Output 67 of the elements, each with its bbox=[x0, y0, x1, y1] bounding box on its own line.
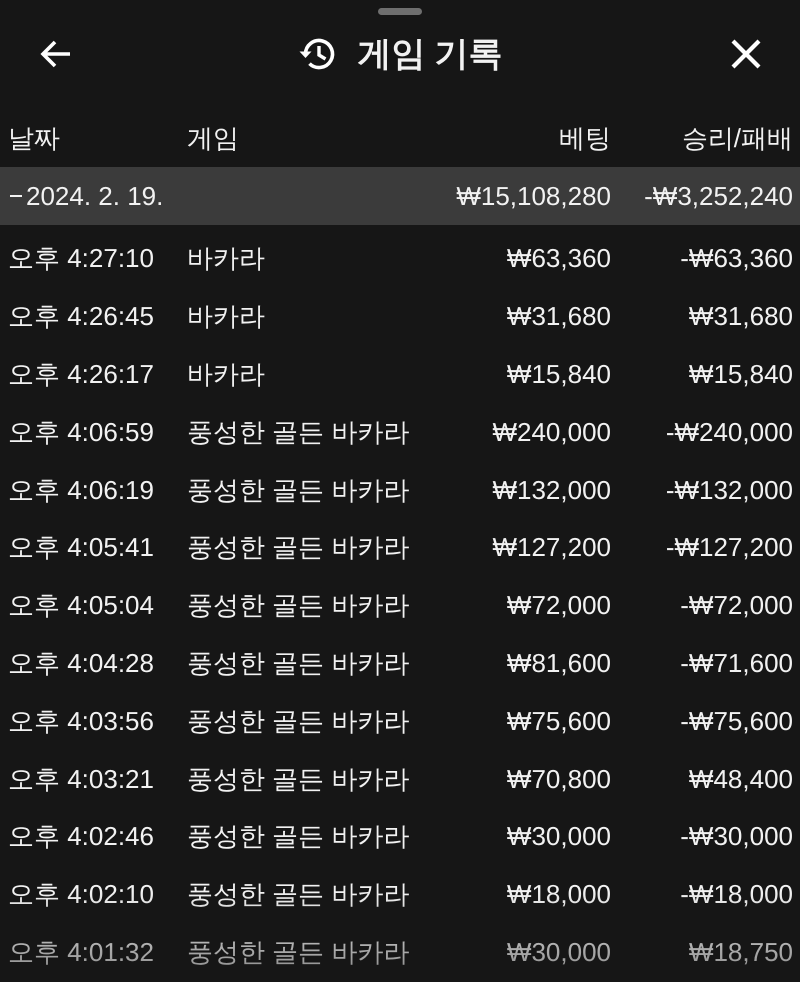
result-cell-text: ₩15,840 bbox=[688, 358, 793, 390]
time-cell-text: 오후 4:03:56 bbox=[8, 704, 155, 738]
result-cell-text: -₩127,200 bbox=[664, 532, 793, 564]
result-cell-text: -₩75,600 bbox=[679, 706, 793, 737]
column-header: 베팅 bbox=[558, 122, 611, 154]
time-cell-text: 오후 4:01:32 bbox=[8, 936, 155, 969]
close-icon bbox=[730, 38, 762, 70]
time-cell-text: 오후 4:06:19 bbox=[8, 474, 155, 507]
game-cell-text: 풍성한 골든 바카라 bbox=[187, 416, 410, 449]
time-cell-text: 오후 4:03:21 bbox=[8, 762, 155, 796]
bet-cell-text: ₩72,000 bbox=[506, 590, 611, 622]
bet-cell-text: ₩70,800 bbox=[506, 764, 611, 795]
result-cell-text: ₩18,750 bbox=[688, 936, 793, 968]
date-group-row[interactable]: 2024. 2. 19. ₩15,108,280 -₩3,252,240 bbox=[0, 167, 800, 225]
bet-cell-text: ₩81,600 bbox=[506, 648, 611, 679]
back-button[interactable] bbox=[40, 40, 72, 68]
bet-cell-text: ₩132,000 bbox=[491, 474, 611, 506]
column-header: 날짜 bbox=[8, 122, 61, 154]
result-cell-text: -₩71,600 bbox=[679, 648, 793, 679]
bet-cell-text: ₩75,600 bbox=[506, 706, 611, 737]
time-cell-text: 오후 4:26:17 bbox=[8, 358, 155, 391]
back-icon bbox=[40, 40, 72, 68]
bet-cell-text: ₩18,000 bbox=[506, 879, 611, 910]
game-cell-text: 풍성한 골든 바카라 bbox=[187, 762, 410, 796]
bet-cell-text: ₩240,000 bbox=[491, 416, 611, 448]
game-cell-text: 풍성한 골든 바카라 bbox=[187, 936, 410, 969]
time-cell-text: 오후 4:02:46 bbox=[8, 820, 155, 854]
column-header: 승리/패배 bbox=[680, 122, 793, 154]
time-cell-text: 오후 4:27:10 bbox=[8, 242, 155, 276]
bet-cell-text: ₩31,680 bbox=[506, 301, 611, 332]
result-cell-text: -₩18,000 bbox=[679, 879, 793, 910]
game-cell-text: 바카라 bbox=[187, 300, 266, 334]
result-cell-text: -₩240,000 bbox=[664, 416, 793, 448]
game-cell-text: 풍성한 골든 바카라 bbox=[187, 531, 410, 564]
drag-handle[interactable] bbox=[378, 8, 422, 15]
result-cell-text: -₩132,000 bbox=[664, 474, 793, 506]
bet-cell-text: ₩127,200 bbox=[491, 532, 611, 564]
time-cell-text: 오후 4:06:59 bbox=[8, 416, 155, 449]
game-cell-text: 풍성한 골든 바카라 bbox=[187, 820, 410, 854]
time-cell-text: 오후 4:04:28 bbox=[8, 646, 155, 680]
bet-cell-text: ₩30,000 bbox=[506, 821, 611, 852]
result-cell-text: ₩31,680 bbox=[688, 301, 793, 332]
time-cell-text: 오후 4:26:45 bbox=[8, 300, 155, 334]
time-cell-text: 오후 4:05:41 bbox=[8, 531, 155, 564]
game-cell-text: 바카라 bbox=[187, 358, 266, 391]
column-header: 게임 bbox=[187, 122, 240, 154]
bet-cell-text: ₩63,360 bbox=[506, 243, 611, 274]
history-icon bbox=[299, 36, 338, 72]
bet-cell-text: ₩15,840 bbox=[506, 358, 611, 390]
game-cell-text: 풍성한 골든 바카라 bbox=[187, 589, 410, 622]
result-cell-text: ₩48,400 bbox=[688, 764, 793, 795]
group-date: 2024. 2. 19. bbox=[26, 180, 164, 212]
result-cell-text: -₩72,000 bbox=[679, 590, 793, 622]
result-cell-text: -₩63,360 bbox=[679, 243, 793, 274]
total-bet: ₩15,108,280 bbox=[455, 180, 611, 212]
sheet-title: 게임 기록 bbox=[357, 34, 503, 75]
close-button[interactable] bbox=[730, 38, 762, 70]
game-cell-text: 풍성한 골든 바카라 bbox=[187, 704, 410, 738]
time-cell-text: 오후 4:02:10 bbox=[8, 878, 155, 912]
total-result: -₩3,252,240 bbox=[643, 180, 793, 212]
bet-cell-text: ₩30,000 bbox=[506, 936, 611, 968]
game-cell-text: 풍성한 골든 바카라 bbox=[187, 474, 410, 507]
time-cell-text: 오후 4:05:04 bbox=[8, 589, 155, 622]
game-cell-text: 바카라 bbox=[187, 242, 266, 276]
game-cell-text: 풍성한 골든 바카라 bbox=[187, 878, 410, 912]
result-cell-text: -₩30,000 bbox=[679, 821, 793, 852]
game-cell-text: 풍성한 골든 바카라 bbox=[187, 646, 410, 680]
